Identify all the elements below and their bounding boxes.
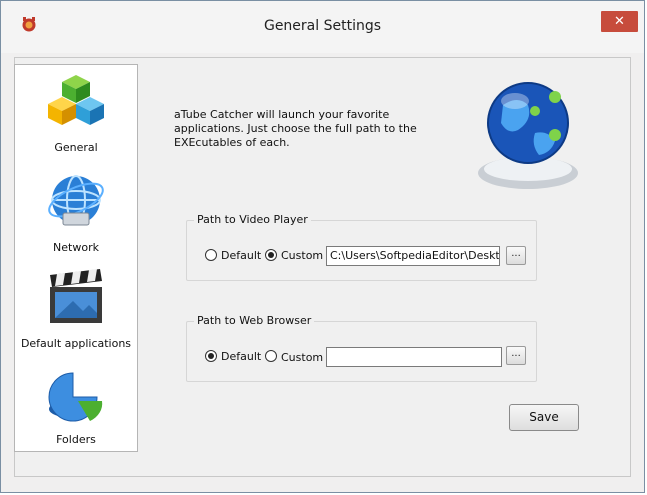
web-browser-path-input[interactable]	[326, 347, 502, 367]
sidebar-item-folders[interactable]: Folders	[15, 359, 137, 451]
description-text: aTube Catcher will launch your favorite …	[174, 108, 417, 149]
browser-default-radio[interactable]	[205, 350, 217, 362]
video-player-group-title: Path to Video Player	[194, 213, 311, 226]
browser-custom-label[interactable]: Custom	[281, 351, 323, 364]
video-default-label[interactable]: Default	[221, 249, 261, 262]
web-browser-group-title: Path to Web Browser	[194, 314, 315, 327]
network-globe-icon	[48, 175, 104, 226]
folders-pie-icon	[48, 372, 103, 422]
save-button[interactable]: Save	[509, 404, 579, 431]
sidebar-item-label: Network	[53, 241, 99, 254]
video-custom-radio[interactable]	[265, 249, 277, 261]
browser-browse-button[interactable]: ...	[506, 346, 526, 365]
sidebar-item-general[interactable]: General	[15, 65, 137, 161]
video-browse-button[interactable]: ...	[506, 246, 526, 265]
applications-globe-icon	[478, 82, 578, 189]
window-title: General Settings	[263, 18, 382, 34]
video-player-path-input[interactable]: C:\Users\SoftpediaEditor\Desktop\	[326, 246, 500, 266]
video-custom-label[interactable]: Custom	[281, 249, 323, 262]
browser-default-label[interactable]: Default	[221, 350, 261, 363]
sidebar-item-default-applications[interactable]: Default applications	[15, 261, 137, 357]
general-cubes-icon	[48, 75, 104, 125]
sidebar: General Network Default applications Fol…	[14, 64, 138, 452]
close-button[interactable]: ✕	[601, 11, 638, 32]
clapperboard-icon	[50, 269, 102, 323]
sidebar-item-network[interactable]: Network	[15, 163, 137, 259]
browser-custom-radio[interactable]	[265, 350, 277, 362]
video-default-radio[interactable]	[205, 249, 217, 261]
sidebar-item-label: General	[54, 141, 98, 154]
sidebar-item-label: Folders	[56, 433, 96, 446]
sidebar-item-label: Default applications	[20, 337, 132, 350]
title-bar[interactable]: General Settings ✕	[1, 1, 644, 53]
